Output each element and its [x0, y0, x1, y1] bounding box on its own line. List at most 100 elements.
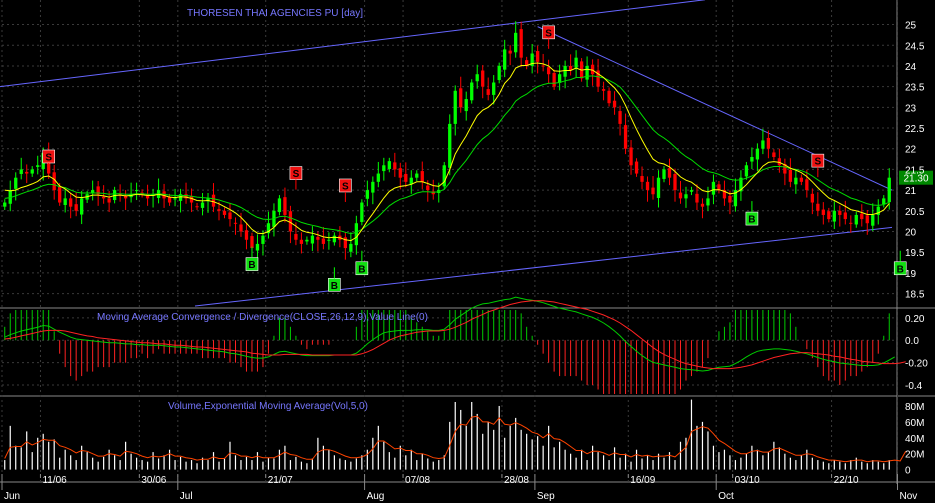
price-tick-label: 19.5 — [905, 248, 925, 259]
candle-body — [63, 198, 67, 206]
price-tick-label: 20.5 — [905, 207, 925, 218]
candle-body — [623, 125, 628, 149]
candle-body — [810, 193, 814, 203]
signal-label: S — [342, 181, 349, 192]
x-tick-label: Nov — [899, 491, 917, 502]
candle-body — [645, 181, 650, 191]
candle-body — [294, 233, 298, 240]
candle-body — [849, 222, 853, 224]
signal-label: S — [545, 28, 552, 39]
candle-body — [354, 223, 358, 246]
candle-body — [448, 123, 452, 168]
candle-body — [629, 147, 633, 166]
candle-body — [684, 194, 688, 199]
candle-body — [492, 82, 496, 95]
candle-body — [277, 198, 282, 213]
candle-body — [882, 198, 886, 205]
x-tick-label: Oct — [718, 491, 734, 502]
candle-body — [821, 209, 825, 215]
volume-tick-label: 60M — [905, 418, 924, 429]
stock-chart: SBSBSBSBSB 21.302524.52423.52322.52221.5… — [0, 0, 935, 503]
volume-tick-label: 80M — [905, 402, 924, 413]
price-panel-title: THORESEN THAI AGENCIES PU [day] — [187, 8, 363, 19]
candle-body — [728, 195, 732, 203]
candle-body — [805, 179, 809, 191]
candle-body — [788, 169, 793, 182]
macd-tick-label: -0.20 — [905, 359, 928, 370]
price-tick-label: 18.5 — [905, 290, 925, 301]
candle-body — [332, 235, 337, 243]
candle-body — [101, 196, 106, 199]
candle-body — [387, 161, 391, 170]
x-tick-label: 11/06 — [42, 475, 67, 486]
candle-body — [574, 57, 578, 68]
candle-body — [211, 194, 216, 207]
candle-body — [80, 198, 84, 215]
price-tick-label: 24 — [905, 62, 917, 73]
candle-body — [673, 173, 677, 191]
candle-body — [283, 197, 287, 215]
candle-body — [519, 29, 523, 58]
candle-body — [415, 173, 419, 178]
candle-body — [228, 212, 232, 220]
x-tick-label: Sep — [537, 491, 555, 502]
candle-body — [365, 190, 369, 199]
candle-body — [546, 67, 551, 75]
candle-body — [376, 173, 380, 182]
candle-body — [854, 214, 858, 225]
price-tick-label: 20 — [905, 228, 917, 239]
volume-tick-label: 0 — [905, 466, 911, 477]
candle-body — [316, 236, 320, 240]
candle-body — [656, 177, 661, 198]
signal-label: B — [897, 264, 904, 275]
macd-tick-label: -0.4 — [905, 381, 923, 392]
candle-body — [816, 203, 820, 211]
candle-body — [481, 70, 485, 87]
candle-body — [662, 169, 666, 179]
candle-body — [514, 32, 518, 53]
candle-body — [536, 51, 540, 62]
candle-body — [700, 203, 705, 207]
x-tick-label: Jul — [180, 491, 193, 502]
candle-body — [167, 197, 172, 203]
candle-body — [360, 202, 364, 222]
candle-body — [261, 235, 265, 244]
candle-body — [503, 49, 507, 70]
candle-body — [497, 65, 501, 81]
x-tick-label: 22/10 — [834, 475, 859, 486]
candle-body — [838, 210, 842, 215]
x-tick-label: 03/10 — [735, 475, 760, 486]
candle-body — [634, 161, 639, 174]
candle-body — [794, 177, 798, 185]
candle-body — [508, 50, 512, 54]
candle-body — [420, 171, 424, 182]
candle-body — [618, 111, 622, 124]
candle-body — [382, 165, 386, 172]
candle-body — [321, 238, 326, 244]
x-tick-label: Jun — [4, 491, 20, 502]
signal-label: S — [45, 153, 52, 164]
x-tick-label: 07/08 — [405, 475, 430, 486]
price-tick-label: 21.5 — [905, 165, 925, 176]
candle-body — [173, 198, 177, 200]
candle-body — [607, 90, 611, 104]
candle-body — [244, 230, 249, 240]
candle-body — [69, 198, 73, 207]
candle-body — [255, 243, 260, 251]
candle-body — [843, 212, 847, 220]
candle-body — [327, 239, 331, 241]
candle-body — [585, 65, 589, 80]
candle-body — [706, 198, 710, 206]
candle-body — [750, 157, 754, 162]
candle-body — [865, 215, 869, 224]
candle-body — [860, 213, 864, 220]
signal-label: S — [814, 157, 821, 168]
candle-body — [557, 74, 562, 83]
candle-body — [222, 210, 227, 215]
candle-body — [799, 177, 803, 182]
candle-body — [475, 74, 479, 82]
price-tick-label: 22.5 — [905, 124, 925, 135]
signal-label: B — [248, 260, 255, 271]
x-tick-label: 21/07 — [268, 475, 293, 486]
candle-body — [453, 90, 457, 124]
